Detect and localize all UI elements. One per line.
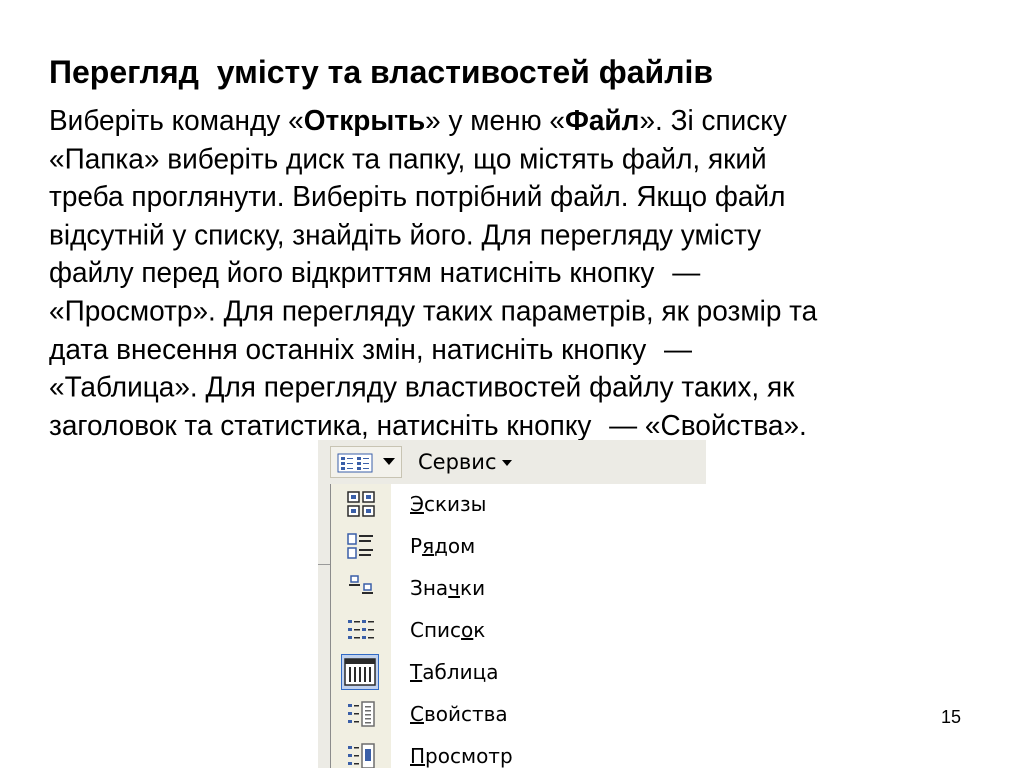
menu-label-part: войства <box>423 702 508 726</box>
dialog-toolbar: Сервис <box>318 440 706 485</box>
body-text-span: «Папка» виберіть диск та папку, що містя… <box>49 142 767 175</box>
menu-label-part: аблица <box>422 660 499 684</box>
menu-accelerator-key: Э <box>410 492 424 516</box>
menu-label-part: Зна <box>410 576 449 600</box>
menu-item-label: Список <box>410 618 485 642</box>
menu-item-label: Свойства <box>410 702 508 726</box>
properties-view-icon <box>345 699 377 729</box>
body-line: «Просмотр». Для перегляду таких параметр… <box>49 292 1009 330</box>
body-text-span: — <box>663 332 692 365</box>
body-text-span: «Просмотр». Для перегляду таких параметр… <box>49 294 818 327</box>
service-menu-button[interactable]: Сервис <box>418 449 513 475</box>
menu-accelerator-key: Т <box>410 660 423 684</box>
places-divider <box>318 564 330 565</box>
menu-item-ryadom[interactable]: Рядом <box>331 526 706 568</box>
views-button[interactable] <box>330 446 402 478</box>
tiles-view-icon <box>345 531 377 561</box>
chevron-down-icon[interactable] <box>383 458 395 465</box>
body-line: «Папка» виберіть диск та папку, що містя… <box>49 140 1009 178</box>
body-text-span: — «Свойства». <box>609 408 807 441</box>
body-line: дата внесення останніх змін, натисніть к… <box>49 330 1009 368</box>
body-text-span: » у меню « <box>425 104 565 137</box>
views-grid-icon <box>337 453 373 473</box>
menu-item-eskizy[interactable]: Эскизы <box>331 484 706 526</box>
body-line: треба проглянути. Виберіть потрібний фай… <box>49 178 1009 216</box>
body-line: відсутній у списку, знайдіть його. Для п… <box>49 216 1009 254</box>
body-text-span: треба проглянути. Виберіть потрібний фай… <box>49 180 786 213</box>
body-emphasis: Открыть <box>303 104 426 137</box>
page-number: 15 <box>941 707 962 727</box>
menu-accelerator-key: С <box>410 702 424 726</box>
body-text-span: Виберіть команду « <box>49 104 304 137</box>
views-dropdown-menu: Эскизы Рядом Значки Список Таблица Свойства Пр… <box>330 484 706 768</box>
body-text-span: файлу перед його відкриттям натисніть кн… <box>49 256 663 289</box>
body-line: «Таблица». Для перегляду властивостей фа… <box>49 368 1009 406</box>
preview-view-icon <box>345 741 377 768</box>
menu-item-label: Таблица <box>410 660 498 684</box>
views-menu-screenshot: Сервис Эскизы Рядом Значки Список Таблица Сво… <box>318 440 706 768</box>
menu-item-tablitsa[interactable]: Таблица <box>331 652 706 694</box>
menu-label-part: Р <box>410 534 423 558</box>
body-line: заголовок та статистика, натисніть кнопк… <box>49 406 1009 444</box>
slide: Перегляд умісту та властивостей файлів В… <box>0 0 1024 768</box>
body-paragraph: Виберіть команду «Открыть» у меню «Файл»… <box>49 102 1009 445</box>
menu-label-part: к <box>473 618 486 642</box>
menu-item-label: Значки <box>410 576 485 600</box>
details-view-icon <box>341 654 379 690</box>
thumbnails-view-icon <box>345 489 377 519</box>
menu-label-part: дом <box>434 534 476 558</box>
menu-accelerator-key: П <box>410 744 426 768</box>
menu-accelerator-key: о <box>461 618 474 642</box>
menu-label-part: Спис <box>410 618 462 642</box>
body-text-span: відсутній у списку, знайдіть його. Для п… <box>49 218 762 251</box>
menu-accelerator-key: я <box>422 534 435 558</box>
service-menu-label: Сервис <box>418 450 497 474</box>
body-emphasis: Файл <box>564 104 640 137</box>
list-view-icon <box>345 615 377 645</box>
places-bar <box>318 484 330 768</box>
icons-view-icon <box>345 573 377 603</box>
body-text-span: ». Зі списку <box>639 104 787 137</box>
menu-item-svoystva[interactable]: Свойства <box>331 694 706 736</box>
menu-label-part: ки <box>459 576 486 600</box>
menu-item-znachki[interactable]: Значки <box>331 568 706 610</box>
body-line: файлу перед його відкриттям натисніть кн… <box>49 254 1009 292</box>
menu-item-spisok[interactable]: Список <box>331 610 706 652</box>
menu-item-label: Рядом <box>410 534 475 558</box>
menu-accelerator-key: ч <box>448 576 460 600</box>
body-text-span: «Таблица». Для перегляду властивостей фа… <box>49 370 795 403</box>
body-line: Виберіть команду «Открыть» у меню «Файл»… <box>49 102 1009 140</box>
menu-item-label: Просмотр <box>410 744 513 768</box>
menu-label-part: росмотр <box>425 744 513 768</box>
menu-item-prosmotr[interactable]: Просмотр <box>331 736 706 768</box>
menu-label-part: скизы <box>423 492 487 516</box>
menu-item-label: Эскизы <box>410 492 486 516</box>
body-text-span: — <box>672 256 701 289</box>
chevron-down-icon <box>502 460 513 466</box>
body-text-span: дата внесення останніх змін, натисніть к… <box>49 332 654 365</box>
slide-title: Перегляд умісту та властивостей файлів <box>49 54 714 90</box>
body-text-span: заголовок та статистика, натисніть кнопк… <box>49 408 600 441</box>
